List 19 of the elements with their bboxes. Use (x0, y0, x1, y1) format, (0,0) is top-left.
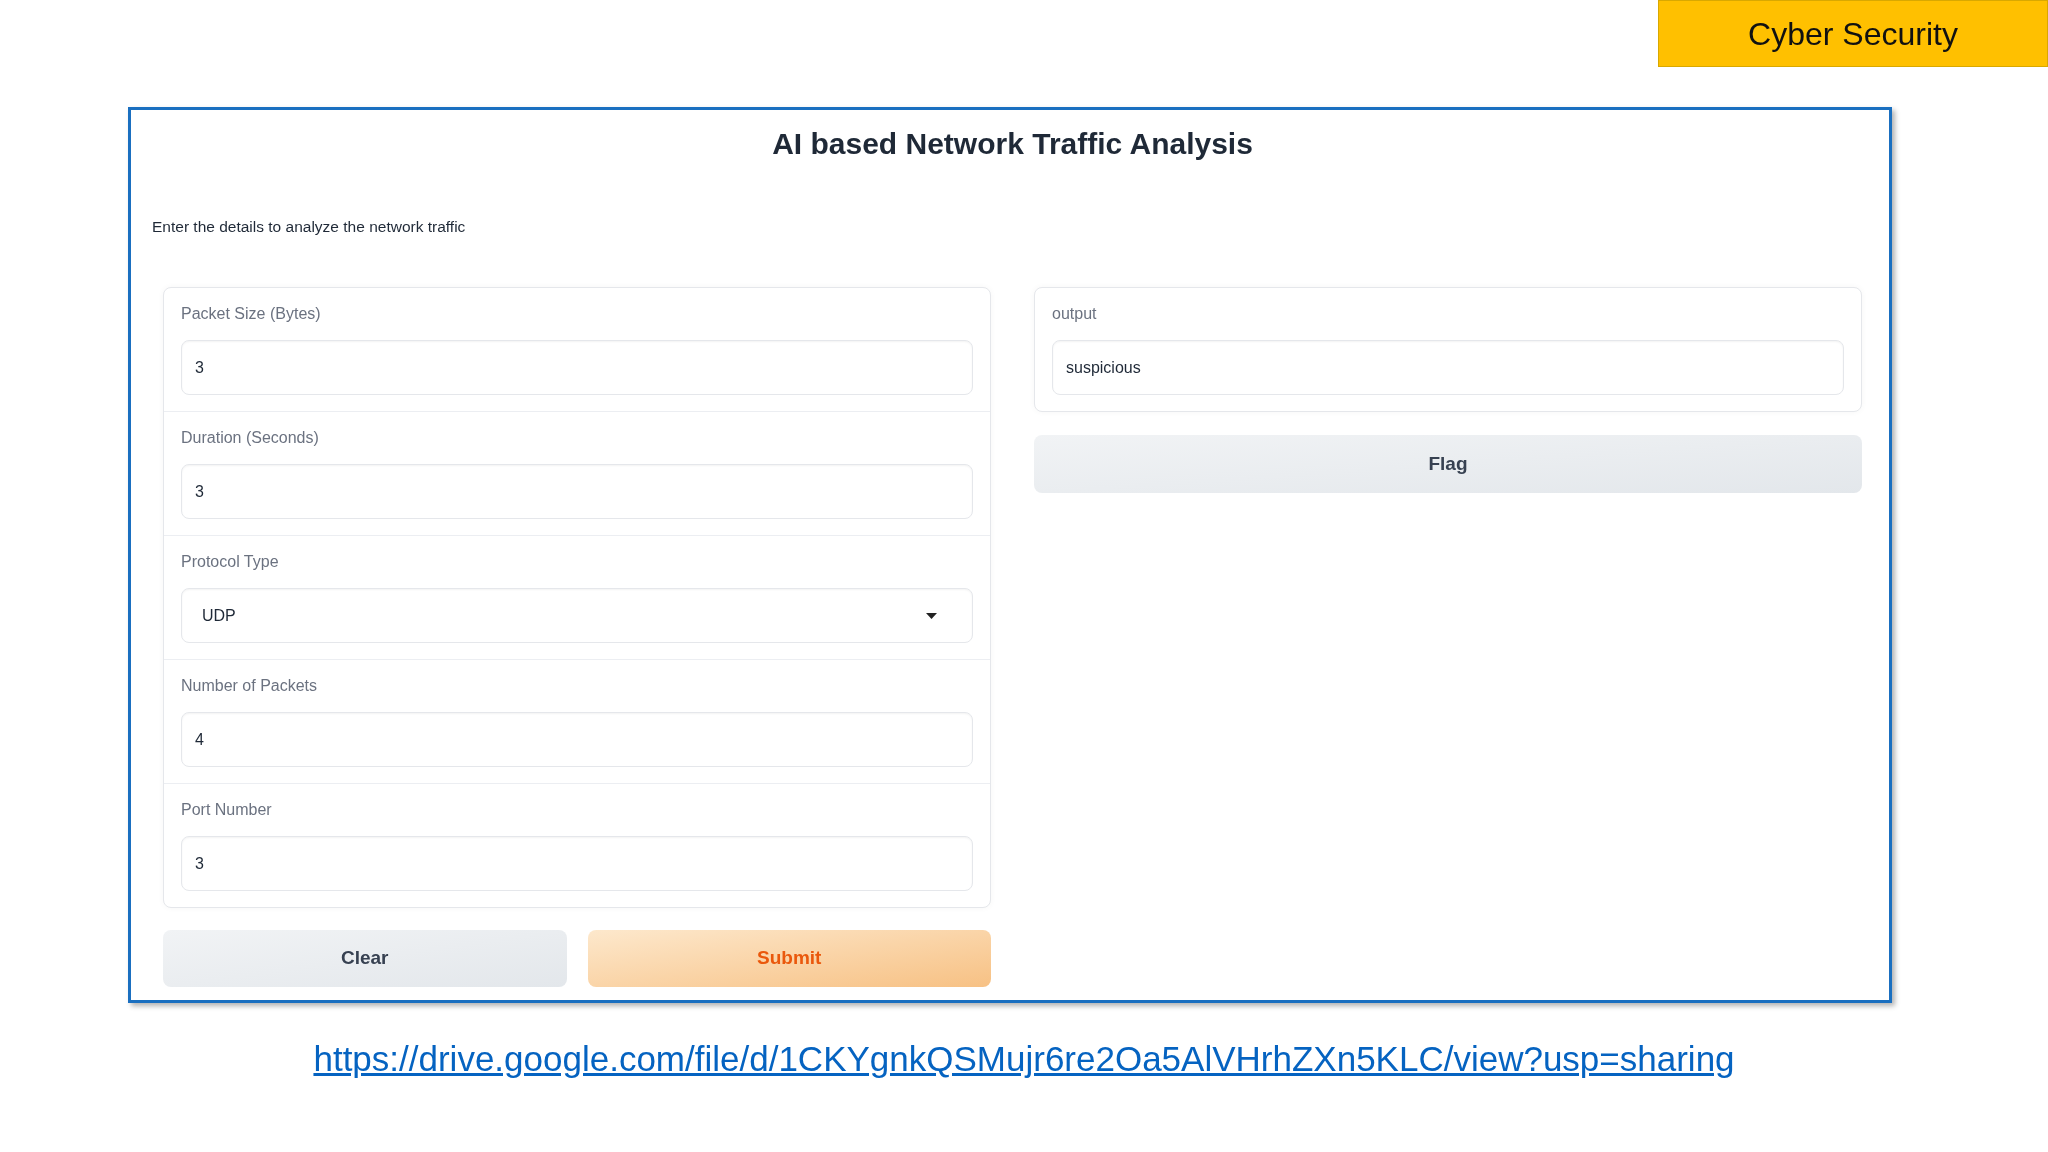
field-label: Protocol Type (181, 552, 279, 572)
text-field[interactable]: 3 (181, 464, 973, 519)
field-label: Port Number (181, 800, 272, 820)
field-label: Duration (Seconds) (181, 428, 319, 448)
text-field[interactable]: 4 (181, 712, 973, 767)
app-description: Enter the details to analyze the network traffic (152, 217, 467, 237)
action-button[interactable]: Flag (1034, 435, 1862, 493)
field-label: Number of Packets (181, 676, 318, 696)
share-link[interactable]: https://drive.google.com/file/d/1CKYgnkQSMujr6re2Oa5AlVHrhZXn5KLC/view?usp=sharing (313, 1039, 1735, 1078)
field-label: Packet Size (Bytes) (181, 304, 321, 324)
action-button[interactable]: Clear (163, 930, 567, 987)
text-field[interactable]: suspicious (1052, 340, 1844, 395)
text-field[interactable]: 3 (181, 836, 973, 891)
category-label: Cyber Security (1658, 0, 2048, 67)
text-field[interactable]: 3 (181, 340, 973, 395)
caret-icon (926, 612, 937, 619)
dropdown-field[interactable]: UDP (181, 588, 973, 643)
app-title: AI based Network Traffic Analysis (771, 126, 1254, 162)
field-label: output (1052, 304, 1097, 324)
